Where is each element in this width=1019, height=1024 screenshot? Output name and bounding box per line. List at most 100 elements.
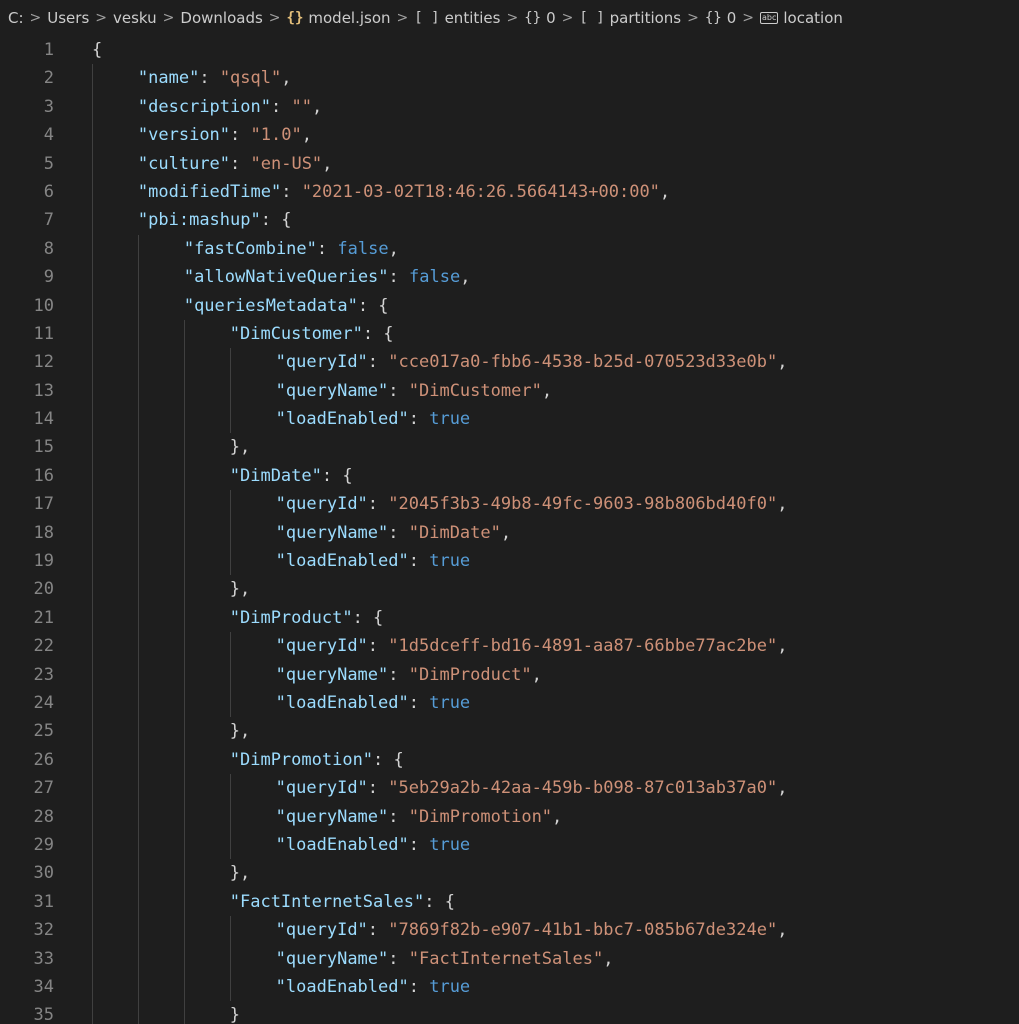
code-line[interactable]: 6 "modifiedTime": "2021-03-02T18:46:26.56… xyxy=(0,177,1019,207)
indent-guide xyxy=(183,405,185,434)
code-content: "DimDate": { xyxy=(230,462,353,490)
json-boolean-value: true xyxy=(429,834,471,855)
code-line[interactable]: 16 "DimDate": { xyxy=(0,461,1019,491)
json-punctuation: }, xyxy=(229,721,251,742)
code-line[interactable]: 13 "queryName": "DimCustomer", xyxy=(0,376,1019,406)
indent-guide xyxy=(92,405,93,434)
code-editor[interactable]: 1{2 "name": "qsql", 3 "description": "", 4 "v… xyxy=(0,36,1019,1024)
code-line[interactable]: 31 "FactInternetSales": { xyxy=(0,887,1019,917)
code-line[interactable]: 11 "DimCustomer": { xyxy=(0,319,1019,349)
code-content: "queryName": "DimProduct", xyxy=(276,661,542,689)
json-punctuation: : xyxy=(270,96,292,117)
breadcrumb-item[interactable]: [ ] entities xyxy=(414,9,500,27)
indent-guide xyxy=(137,688,139,718)
code-content: "loadEnabled": true xyxy=(276,689,471,717)
code-line[interactable]: 3 "description": "", xyxy=(0,92,1019,122)
code-line[interactable]: 29 "loadEnabled": true xyxy=(0,830,1019,860)
code-line[interactable]: 17 "queryId": "2045f3b3-49b8-49fc-9603-98… xyxy=(0,490,1019,519)
json-key: "queryId" xyxy=(275,778,368,799)
indent-guide xyxy=(183,887,185,917)
code-content: }, xyxy=(230,433,250,461)
string-icon: abc xyxy=(760,12,779,24)
indent-guide xyxy=(183,774,185,803)
indent-guide xyxy=(229,490,231,519)
indent-guide xyxy=(229,944,231,973)
code-line[interactable]: 9 "allowNativeQueries": false, xyxy=(0,263,1019,292)
json-punctuation: : xyxy=(230,125,251,146)
indent-guide xyxy=(183,972,185,1002)
code-line[interactable]: 30}, xyxy=(0,859,1019,888)
code-line[interactable]: 20}, xyxy=(0,575,1019,604)
code-line[interactable]: 14 "loadEnabled": true xyxy=(0,405,1019,434)
code-line[interactable]: 10 "queriesMetadata": { xyxy=(0,291,1019,320)
indent-guide xyxy=(137,291,139,320)
code-line[interactable]: 18 "queryName": "DimDate", xyxy=(0,518,1019,548)
code-content: { xyxy=(92,36,102,64)
breadcrumb-item[interactable]: Downloads xyxy=(180,9,262,27)
line-number: 27 xyxy=(33,778,54,799)
breadcrumb-item[interactable]: [ ] partitions xyxy=(579,9,681,27)
code-content: "loadEnabled": true xyxy=(276,973,471,1001)
chevron-right-icon: > xyxy=(162,10,175,26)
code-line[interactable]: 35} xyxy=(0,1001,1019,1024)
breadcrumb-item[interactable]: {} model.json xyxy=(287,9,391,27)
code-line[interactable]: 2 "name": "qsql", xyxy=(0,64,1019,93)
json-punctuation: : xyxy=(367,920,389,941)
code-line[interactable]: 24 "loadEnabled": true xyxy=(0,688,1019,718)
line-number: 16 xyxy=(33,465,54,486)
indent-guide xyxy=(229,348,231,377)
breadcrumb-item[interactable]: C: xyxy=(8,9,24,27)
breadcrumb-item[interactable]: Users xyxy=(47,9,89,27)
code-content: "pbi:mashup": { xyxy=(138,206,292,234)
code-line[interactable]: 4 "version": "1.0", xyxy=(0,121,1019,150)
code-line[interactable]: 15}, xyxy=(0,433,1019,462)
indent-guide xyxy=(92,575,93,604)
indent-guide xyxy=(183,660,185,689)
code-content: "queryName": "FactInternetSales", xyxy=(276,945,614,973)
breadcrumb-item[interactable]: {} 0 xyxy=(705,9,736,27)
breadcrumb-item[interactable]: vesku xyxy=(113,9,157,27)
indent-guide xyxy=(229,972,231,1002)
code-line[interactable]: 7 "pbi:mashup": { xyxy=(0,206,1019,235)
code-line[interactable]: 5 "culture": "en-US", xyxy=(0,149,1019,178)
json-punctuation: : xyxy=(281,181,302,202)
code-line[interactable]: 32 "queryId": "7869f82b-e907-41b1-bbc7-08… xyxy=(0,916,1019,945)
code-line[interactable]: 8 "fastCombine": false, xyxy=(0,234,1019,264)
breadcrumb-item[interactable]: abc location xyxy=(760,9,843,27)
indent-guide xyxy=(137,859,139,888)
indent-guide xyxy=(183,717,185,746)
indent-guide xyxy=(92,660,93,689)
breadcrumb-item[interactable]: {} 0 xyxy=(524,9,555,27)
indent-guide xyxy=(92,206,93,235)
indent-guide xyxy=(183,944,185,973)
json-punctuation: , xyxy=(311,96,323,117)
indent-guide xyxy=(183,433,185,462)
code-line[interactable]: 23 "queryName": "DimProduct", xyxy=(0,660,1019,689)
json-key: "queryId" xyxy=(275,494,368,515)
code-line[interactable]: 34 "loadEnabled": true xyxy=(0,972,1019,1002)
code-content: }, xyxy=(230,859,250,887)
indent-guide xyxy=(137,348,139,377)
indent-guide xyxy=(92,263,93,292)
code-line[interactable]: 33 "queryName": "FactInternetSales", xyxy=(0,944,1019,973)
code-line[interactable]: 25}, xyxy=(0,717,1019,746)
code-line[interactable]: 12 "queryId": "cce017a0-fbb6-4538-b25d-07… xyxy=(0,348,1019,377)
json-string-value: "DimPromotion" xyxy=(408,806,553,827)
indent-guide xyxy=(92,972,93,1002)
code-line[interactable]: 28 "queryName": "DimPromotion", xyxy=(0,802,1019,831)
code-line[interactable]: 22 "queryId": "1d5dceff-bd16-4891-aa87-66… xyxy=(0,632,1019,661)
code-line[interactable]: 27 "queryId": "5eb29a2b-42aa-459b-b098-87… xyxy=(0,774,1019,803)
json-punctuation: : xyxy=(408,834,430,855)
indent-guide xyxy=(92,64,93,93)
code-content: "loadEnabled": true xyxy=(276,405,471,433)
indent-guide xyxy=(229,802,231,831)
breadcrumb-label: Users xyxy=(47,9,90,27)
code-line[interactable]: 21 "DimProduct": { xyxy=(0,603,1019,633)
chevron-right-icon: > xyxy=(742,10,754,26)
code-line[interactable]: 19 "loadEnabled": true xyxy=(0,547,1019,576)
code-line[interactable]: 1{ xyxy=(0,36,1019,64)
code-line[interactable]: 26 "DimPromotion": { xyxy=(0,745,1019,775)
indent-guide xyxy=(229,405,231,434)
line-number: 12 xyxy=(33,352,54,373)
code-content: "allowNativeQueries": false, xyxy=(184,263,471,291)
